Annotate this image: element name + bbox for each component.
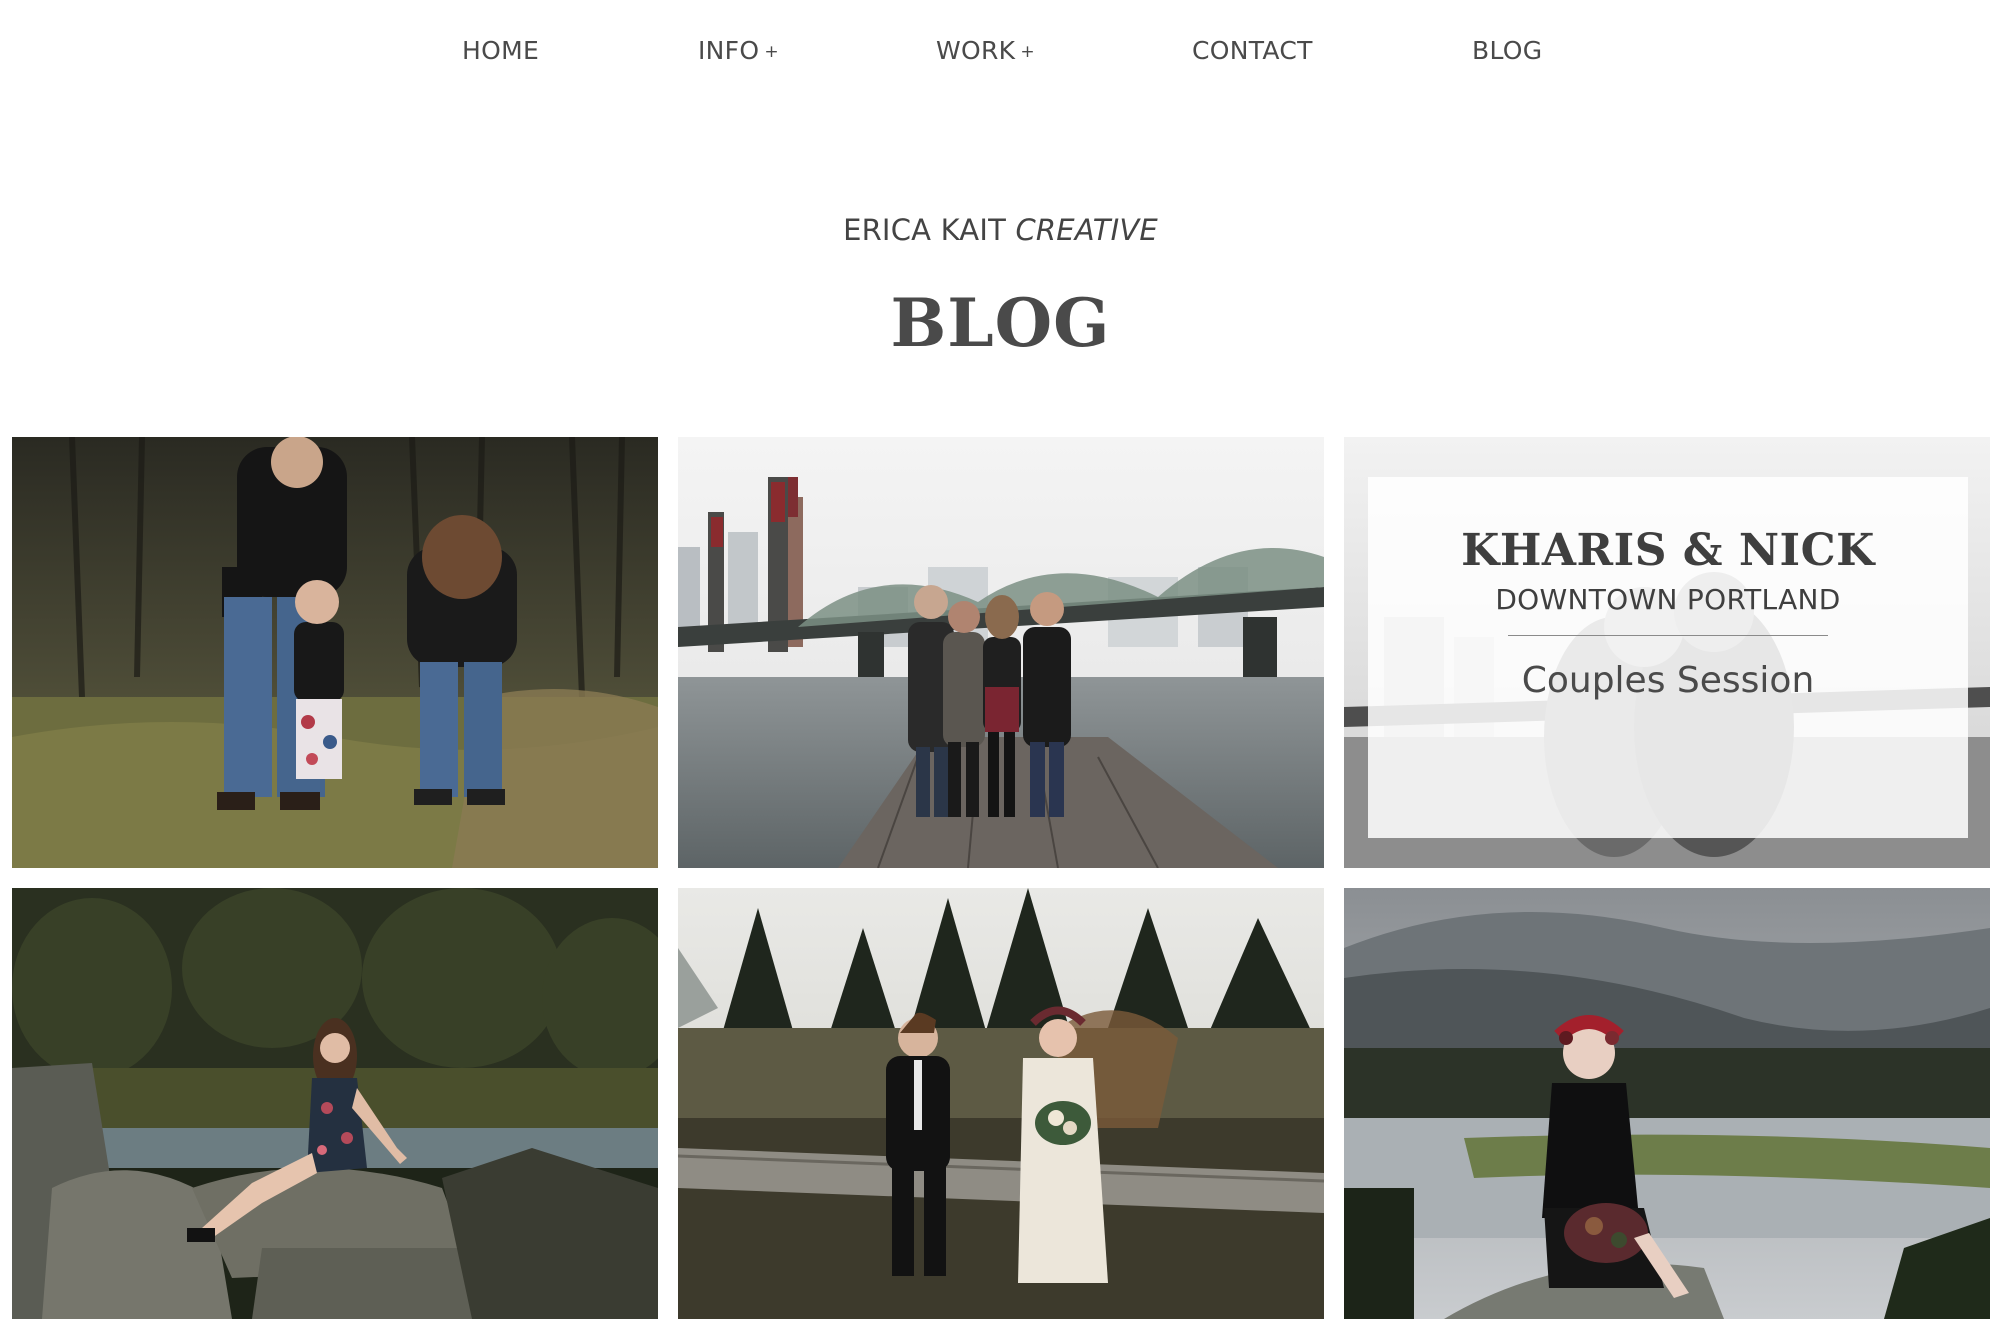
blog-post-tile-flower-crown[interactable]: [1344, 888, 1990, 1319]
nav-contact[interactable]: CONTACT: [1192, 36, 1313, 65]
blog-post-tile-family-bridge[interactable]: [678, 437, 1324, 868]
nav-home[interactable]: HOME: [462, 36, 539, 65]
nav-blog[interactable]: BLOG: [1472, 36, 1542, 65]
brand-name: ERICA KAIT: [843, 213, 1007, 247]
post-title: KHARIS & NICK: [1461, 525, 1875, 576]
nav-work[interactable]: WORK +: [936, 36, 1035, 65]
post-session-type: Couples Session: [1521, 660, 1815, 701]
family-photo-bridge-dock: [678, 437, 1324, 868]
site-brand[interactable]: ERICA KAIT CREATIVE: [0, 213, 2001, 247]
wedding-couple-on-log: [678, 888, 1324, 1319]
page-title: BLOG: [890, 284, 1111, 362]
post-location: DOWNTOWN PORTLAND: [1495, 583, 1841, 616]
blog-post-tile-senior-river[interactable]: [12, 888, 658, 1319]
post-title-card: KHARIS & NICK DOWNTOWN PORTLAND Couples …: [1368, 477, 1968, 838]
blog-post-tile-kharis-nick[interactable]: KHARIS & NICK DOWNTOWN PORTLAND Couples …: [1344, 437, 1990, 868]
blog-post-tile-family-forest[interactable]: [12, 437, 658, 868]
expand-plus-icon: +: [764, 42, 779, 62]
nav-info-label: INFO: [698, 36, 760, 65]
expand-plus-icon: +: [1020, 42, 1035, 62]
nav-work-label: WORK: [936, 36, 1016, 65]
divider: [1508, 635, 1828, 636]
blog-post-tile-wedding-log[interactable]: [678, 888, 1324, 1319]
portrait-flower-crown-mountains: [1344, 888, 1990, 1319]
senior-portrait-river-rocks: [12, 888, 658, 1319]
nav-info[interactable]: INFO +: [698, 36, 779, 65]
brand-tagline: CREATIVE: [1015, 213, 1158, 247]
family-photo-forest: [12, 437, 658, 868]
main-nav: HOME INFO + WORK + CONTACT BLOG: [0, 36, 2001, 76]
